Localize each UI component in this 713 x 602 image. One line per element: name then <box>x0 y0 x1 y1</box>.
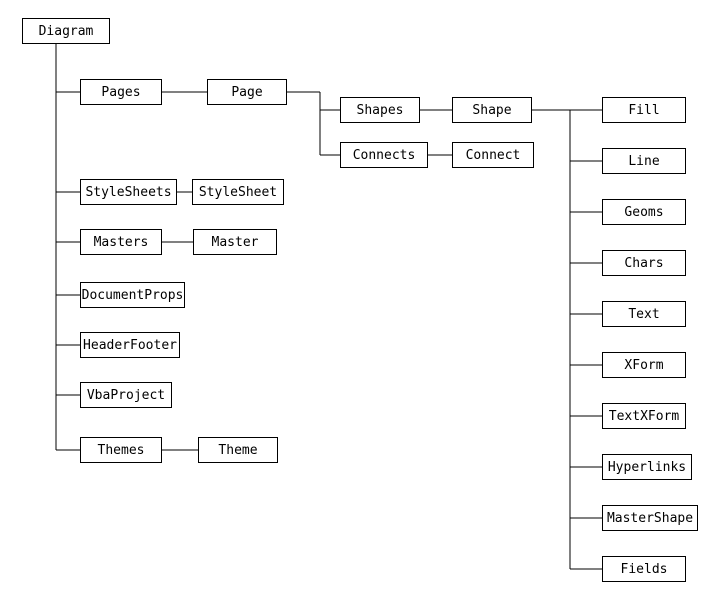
node-label: Connects <box>353 148 416 163</box>
node-label: Theme <box>218 443 257 458</box>
node-label: XForm <box>624 358 663 373</box>
node-shapes: Shapes <box>340 97 420 123</box>
node-line: Line <box>602 148 686 174</box>
node-label: MasterShape <box>607 511 693 526</box>
node-label: Shape <box>472 103 511 118</box>
node-label: DocumentProps <box>82 288 184 303</box>
node-diagram: Diagram <box>22 18 110 44</box>
node-label: Text <box>628 307 659 322</box>
node-label: StyleSheets <box>85 185 171 200</box>
node-label: Themes <box>98 443 145 458</box>
node-text: Text <box>602 301 686 327</box>
node-connect: Connect <box>452 142 534 168</box>
node-label: Hyperlinks <box>608 460 686 475</box>
node-label: Page <box>231 85 262 100</box>
node-chars: Chars <box>602 250 686 276</box>
node-stylesheet: StyleSheet <box>192 179 284 205</box>
node-label: Fields <box>621 562 668 577</box>
node-label: Masters <box>94 235 149 250</box>
node-connects: Connects <box>340 142 428 168</box>
node-mastershape: MasterShape <box>602 505 698 531</box>
node-pages: Pages <box>80 79 162 105</box>
node-label: Line <box>628 154 659 169</box>
node-label: TextXForm <box>609 409 679 424</box>
node-geoms: Geoms <box>602 199 686 225</box>
node-textxform: TextXForm <box>602 403 686 429</box>
node-master: Master <box>193 229 277 255</box>
node-label: VbaProject <box>87 388 165 403</box>
node-stylesheets: StyleSheets <box>80 179 177 205</box>
node-label: Fill <box>628 103 659 118</box>
node-xform: XForm <box>602 352 686 378</box>
node-theme: Theme <box>198 437 278 463</box>
node-label: Diagram <box>39 24 94 39</box>
node-vbaproject: VbaProject <box>80 382 172 408</box>
node-headerfooter: HeaderFooter <box>80 332 180 358</box>
node-label: HeaderFooter <box>83 338 177 353</box>
node-label: Geoms <box>624 205 663 220</box>
node-hyperlinks: Hyperlinks <box>602 454 692 480</box>
node-page: Page <box>207 79 287 105</box>
node-label: Chars <box>624 256 663 271</box>
node-label: Master <box>212 235 259 250</box>
node-fill: Fill <box>602 97 686 123</box>
node-label: Pages <box>101 85 140 100</box>
node-shape: Shape <box>452 97 532 123</box>
node-label: Connect <box>466 148 521 163</box>
node-themes: Themes <box>80 437 162 463</box>
node-documentprops: DocumentProps <box>80 282 185 308</box>
node-label: Shapes <box>357 103 404 118</box>
node-masters: Masters <box>80 229 162 255</box>
node-label: StyleSheet <box>199 185 277 200</box>
node-fields: Fields <box>602 556 686 582</box>
